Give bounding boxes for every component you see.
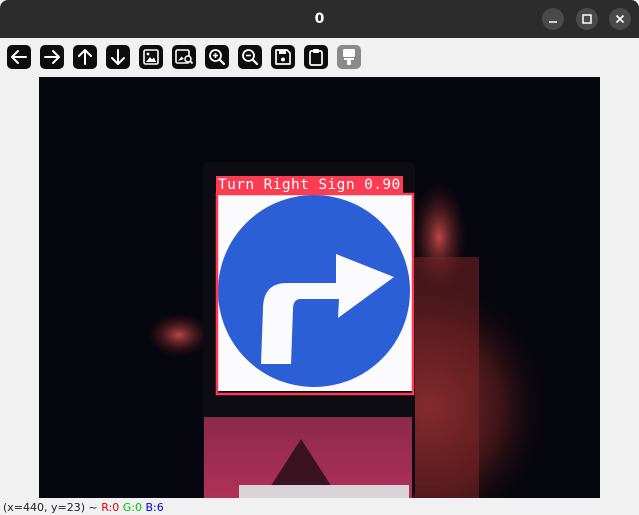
arrow-right-icon: [44, 50, 60, 64]
zoom-in-icon: [209, 49, 226, 66]
maximize-icon: [582, 14, 592, 24]
blue-value: B:6: [145, 501, 164, 514]
zoom-out-button[interactable]: [238, 45, 262, 69]
properties-icon: [343, 49, 355, 65]
detection-label: Turn Right Sign 0.90: [216, 176, 403, 194]
cursor-coordinates: (x=440, y=23) ~: [3, 501, 102, 514]
status-bar: (x=440, y=23) ~ R:0 G:0 B:6: [3, 500, 164, 515]
green-value: G:0: [122, 501, 142, 514]
minimize-icon: [549, 21, 557, 23]
save-icon: [275, 49, 291, 65]
camera-frame: [39, 77, 600, 498]
close-icon: [615, 14, 625, 24]
toolbar: [0, 38, 639, 76]
arrow-left-icon: [11, 50, 27, 64]
pan-down-button[interactable]: [106, 45, 130, 69]
pan-left-button[interactable]: [7, 45, 31, 69]
clipboard-icon: [309, 49, 323, 66]
image-view[interactable]: Turn Right Sign 0.90: [39, 77, 600, 498]
pan-right-button[interactable]: [40, 45, 64, 69]
image-icon: [143, 49, 159, 65]
zoom-in-button[interactable]: [205, 45, 229, 69]
title-bar[interactable]: 0: [0, 0, 639, 38]
arrow-up-icon: [78, 49, 92, 65]
save-button[interactable]: [271, 45, 295, 69]
arrow-down-icon: [111, 49, 125, 65]
app-window: 0 Turn Right Sign 0.90 (x=440, y=23) ~ R…: [0, 0, 639, 515]
image-search-icon: [175, 49, 194, 65]
zoom-fit-button[interactable]: [139, 45, 163, 69]
red-value: R:0: [101, 501, 120, 514]
properties-button: [337, 45, 361, 69]
maximize-button[interactable]: [576, 8, 598, 30]
zoom-original-button[interactable]: [172, 45, 196, 69]
close-button[interactable]: [609, 8, 631, 30]
zoom-out-icon: [242, 49, 259, 66]
minimize-button[interactable]: [542, 8, 564, 30]
pan-up-button[interactable]: [73, 45, 97, 69]
copy-button[interactable]: [304, 45, 328, 69]
